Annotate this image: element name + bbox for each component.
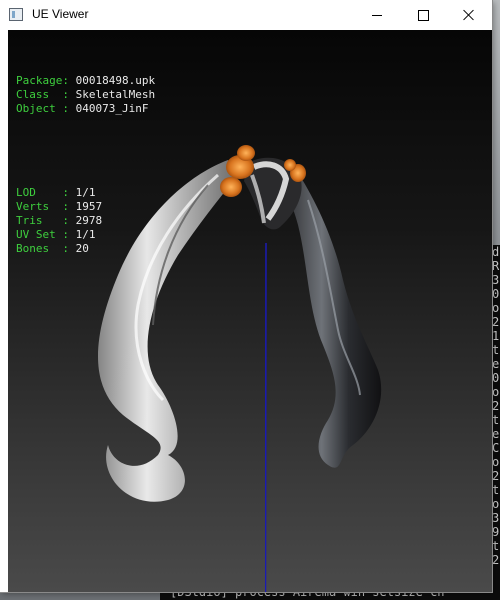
- console-char: t: [492, 539, 500, 553]
- console-char: o: [492, 301, 500, 315]
- console-char: o: [492, 385, 500, 399]
- info-label: Bones :: [16, 242, 76, 255]
- console-char: 2: [492, 553, 500, 567]
- console-char: e: [492, 357, 500, 371]
- info-label: LOD :: [16, 186, 76, 199]
- console-char: e: [492, 427, 500, 441]
- console-char: 0: [492, 371, 500, 385]
- console-char: C: [492, 441, 500, 455]
- 3d-viewport[interactable]: Package: 00018498.upk Class : SkeletalMes…: [8, 30, 492, 592]
- console-char: 3: [492, 511, 500, 525]
- console-char: t: [492, 413, 500, 427]
- info-label: Class :: [16, 88, 76, 101]
- console-char: t: [492, 343, 500, 357]
- info-row: Package: 00018498.upk: [16, 74, 155, 88]
- info-label: Verts :: [16, 200, 76, 213]
- maximize-icon: [417, 9, 429, 21]
- console-text-edge: dR30o21te0o2teCo2to39t2: [492, 245, 500, 575]
- info-value: 040073_JinF: [75, 102, 149, 115]
- console-char: 0: [492, 287, 500, 301]
- info-value: 00018498.upk: [75, 74, 156, 87]
- console-char: 2: [492, 399, 500, 413]
- console-char: 3: [492, 273, 500, 287]
- console-char: 1: [492, 329, 500, 343]
- app-icon: [9, 8, 23, 21]
- info-label: Object :: [16, 102, 76, 115]
- console-char: 2: [492, 315, 500, 329]
- window-title: UE Viewer: [32, 7, 89, 21]
- minimize-button[interactable]: [354, 0, 400, 30]
- minimize-icon: [372, 14, 382, 16]
- info-value: SkeletalMesh: [75, 88, 156, 101]
- title-bar[interactable]: UE Viewer: [0, 0, 492, 30]
- ue-viewer-window[interactable]: UE Viewer Package: 00018498.upk Class : S…: [0, 0, 492, 592]
- console-char: 9: [492, 525, 500, 539]
- info-label: UV Set :: [16, 228, 76, 241]
- info-row: Object : 040073_JinF: [16, 102, 155, 116]
- console-char: d: [492, 245, 500, 259]
- close-button[interactable]: [446, 0, 492, 30]
- maximize-button[interactable]: [400, 0, 446, 30]
- close-icon: [463, 9, 475, 21]
- info-label: Package:: [16, 74, 76, 87]
- console-char: 2: [492, 469, 500, 483]
- console-char: o: [492, 455, 500, 469]
- console-char: t: [492, 483, 500, 497]
- console-char: R: [492, 259, 500, 273]
- info-row: Class : SkeletalMesh: [16, 88, 155, 102]
- hair-mesh-model: [98, 145, 382, 502]
- console-char: o: [492, 497, 500, 511]
- info-label: Tris :: [16, 214, 76, 227]
